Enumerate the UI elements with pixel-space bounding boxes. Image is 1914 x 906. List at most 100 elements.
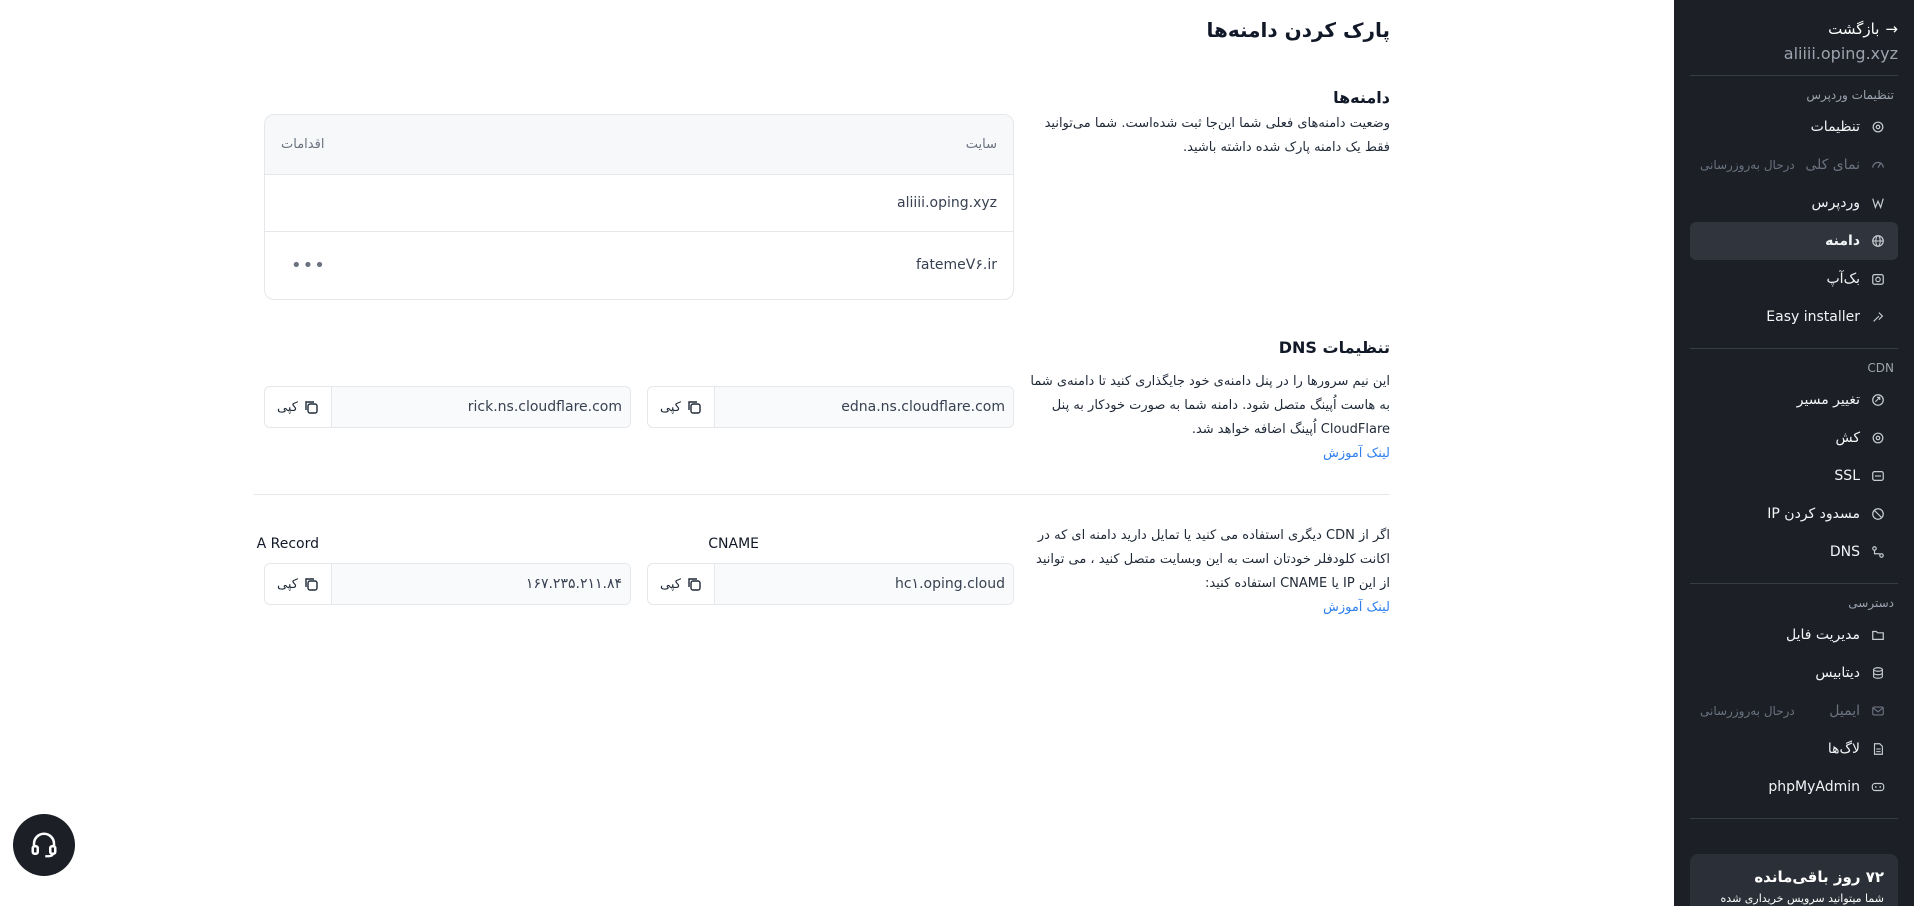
support-chat-button[interactable] — [13, 814, 75, 876]
gear-icon — [1870, 119, 1886, 135]
sidebar-item-domain[interactable]: دامنه — [1690, 222, 1898, 260]
globe-icon — [1870, 233, 1886, 249]
wordpress-icon — [1870, 195, 1886, 211]
divider — [254, 494, 1390, 495]
table-header: سایت اقدامات — [265, 115, 1013, 175]
table-row: fatemeV۶.ir ••• — [265, 232, 1013, 298]
sidebar-item-database[interactable]: دیتابیس — [1690, 654, 1898, 692]
cdn-description-block: اگر از CDN دیگری استفاده می کنید یا تمای… — [1030, 524, 1390, 620]
sidebar-item-label: مدیریت فایل — [1785, 627, 1860, 643]
sidebar-item-settings[interactable]: تنظیمات — [1690, 108, 1898, 146]
sidebar-item-label: تنظیمات — [1810, 119, 1860, 135]
cdn-tutorial-link[interactable]: لینک آموزش — [1030, 596, 1390, 620]
sidebar-item-block-ip[interactable]: مسدود کردن IP — [1690, 495, 1898, 533]
sidebar-item-logs[interactable]: لاگ‌ها — [1690, 730, 1898, 768]
domains-title: دامنه‌ها — [1333, 88, 1390, 107]
back-label: بازگشت — [1828, 20, 1880, 38]
section-wordpress-settings: تنظیمات وردپرس — [1806, 88, 1894, 102]
dns-description-block: این نیم سرورها را در پنل دامنه‌ی خود جای… — [1030, 370, 1390, 466]
a-record-label: A Record — [256, 536, 319, 552]
a-record-field: ۱۶۷.۲۳۵.۲۱۱.۸۴ کپی — [264, 563, 631, 605]
domain-cell: aliiii.oping.xyz — [897, 195, 997, 211]
cache-icon — [1870, 430, 1886, 446]
column-header-site: سایت — [965, 137, 997, 152]
sidebar-item-redirect[interactable]: تغییر مسیر — [1690, 381, 1898, 419]
copy-label: کپی — [660, 576, 681, 592]
copy-icon — [305, 578, 318, 591]
backup-icon — [1870, 271, 1886, 287]
copy-label: کپی — [660, 399, 681, 415]
sidebar-item-easy-installer[interactable]: Easy installer — [1690, 298, 1898, 336]
copy-button[interactable]: کپی — [648, 564, 715, 604]
ssl-icon — [1870, 468, 1886, 484]
sidebar-item-backup[interactable]: بک‌آپ — [1690, 260, 1898, 298]
sidebar-item-label: phpMyAdmin — [1768, 779, 1860, 795]
sidebar-item-label: نمای کلی — [1805, 157, 1860, 173]
sidebar-item-label: تغییر مسیر — [1796, 392, 1860, 408]
block-ip-icon — [1870, 506, 1886, 522]
page-title: پارک کردن دامنه‌ها — [1206, 18, 1390, 42]
nameserver-2-value[interactable]: rick.ns.cloudflare.com — [332, 387, 630, 427]
copy-label: کپی — [277, 399, 298, 415]
divider — [1690, 818, 1898, 819]
cname-value[interactable]: hc۱.oping.cloud — [715, 564, 1013, 604]
phpmyadmin-icon — [1870, 779, 1886, 795]
site-domain: aliiii.oping.xyz — [1783, 44, 1898, 63]
sidebar-item-wordpress[interactable]: وردپرس — [1690, 184, 1898, 222]
nameserver-2-field: rick.ns.cloudflare.com کپی — [264, 386, 631, 428]
more-actions-button[interactable]: ••• — [281, 255, 326, 276]
redirect-icon — [1870, 392, 1886, 408]
sidebar-item-label: کش — [1835, 430, 1860, 446]
domains-table: سایت اقدامات aliiii.oping.xyz fatemeV۶.i… — [264, 114, 1014, 300]
sidebar-item-label: مسدود کردن IP — [1767, 506, 1860, 522]
sidebar-item-label: Easy installer — [1766, 309, 1860, 325]
copy-button[interactable]: کپی — [648, 387, 715, 427]
sidebar-item-phpmyadmin[interactable]: phpMyAdmin — [1690, 768, 1898, 806]
domains-description: وضعیت دامنه‌های فعلی شما این‌جا ثبت شده‌… — [1044, 116, 1390, 155]
sidebar-item-label: وردپرس — [1811, 195, 1860, 211]
nameserver-1-field: edna.ns.cloudflare.com کپی — [647, 386, 1014, 428]
a-record-value[interactable]: ۱۶۷.۲۳۵.۲۱۱.۸۴ — [332, 564, 630, 604]
copy-label: کپی — [277, 576, 298, 592]
copy-button[interactable]: کپی — [265, 564, 332, 604]
sidebar: → بازگشت aliiii.oping.xyz تنظیمات وردپرس… — [1674, 0, 1914, 906]
sidebar-item-file-manager[interactable]: مدیریت فایل — [1690, 616, 1898, 654]
sidebar-item-label: SSL — [1834, 468, 1860, 484]
column-header-actions: اقدامات — [281, 137, 325, 152]
cdn-description: اگر از CDN دیگری استفاده می کنید یا تمای… — [1036, 528, 1390, 591]
remaining-days-card: ۷۲ روز باقی‌مانده شما میتوانید سرویس خری… — [1690, 854, 1898, 906]
updating-badge: درحال به‌روزرسانی — [1700, 158, 1795, 172]
table-row: aliiii.oping.xyz — [265, 175, 1013, 232]
divider — [1690, 75, 1898, 76]
dns-icon — [1870, 544, 1886, 560]
sidebar-item-label: دامنه — [1825, 233, 1860, 249]
sidebar-item-dns[interactable]: DNS — [1690, 533, 1898, 571]
mail-icon — [1870, 703, 1886, 719]
copy-button[interactable]: کپی — [265, 387, 332, 427]
sidebar-item-overview: نمای کلی درحال به‌روزرسانی — [1690, 146, 1898, 184]
folder-icon — [1870, 627, 1886, 643]
nameserver-1-value[interactable]: edna.ns.cloudflare.com — [715, 387, 1013, 427]
remaining-days-subtitle: شما میتوانید سرویس خریداری شده — [1720, 892, 1884, 905]
headset-icon — [31, 832, 57, 858]
copy-icon — [688, 401, 701, 414]
sidebar-item-label: ایمیل — [1829, 703, 1860, 719]
updating-badge: درحال به‌روزرسانی — [1700, 704, 1795, 718]
section-cdn: CDN — [1867, 361, 1894, 375]
dns-title: تنظیمات DNS — [1278, 338, 1390, 357]
sidebar-item-ssl[interactable]: SSL — [1690, 457, 1898, 495]
copy-icon — [688, 578, 701, 591]
divider — [1690, 348, 1898, 349]
dns-description: این نیم سرورها را در پنل دامنه‌ی خود جای… — [1030, 374, 1390, 437]
sidebar-item-label: DNS — [1829, 544, 1860, 560]
back-link[interactable]: → بازگشت — [1690, 20, 1898, 38]
sidebar-item-cache[interactable]: کش — [1690, 419, 1898, 457]
cname-field: hc۱.oping.cloud کپی — [647, 563, 1014, 605]
divider — [1690, 583, 1898, 584]
domain-cell: fatemeV۶.ir — [915, 257, 997, 273]
database-icon — [1870, 665, 1886, 681]
cname-label: CNAME — [708, 536, 759, 552]
dns-tutorial-link[interactable]: لینک آموزش — [1030, 442, 1390, 466]
sidebar-item-label: بک‌آپ — [1826, 271, 1861, 287]
main-content: پارک کردن دامنه‌ها دامنه‌ها وضعیت دامنه‌… — [240, 0, 1674, 906]
